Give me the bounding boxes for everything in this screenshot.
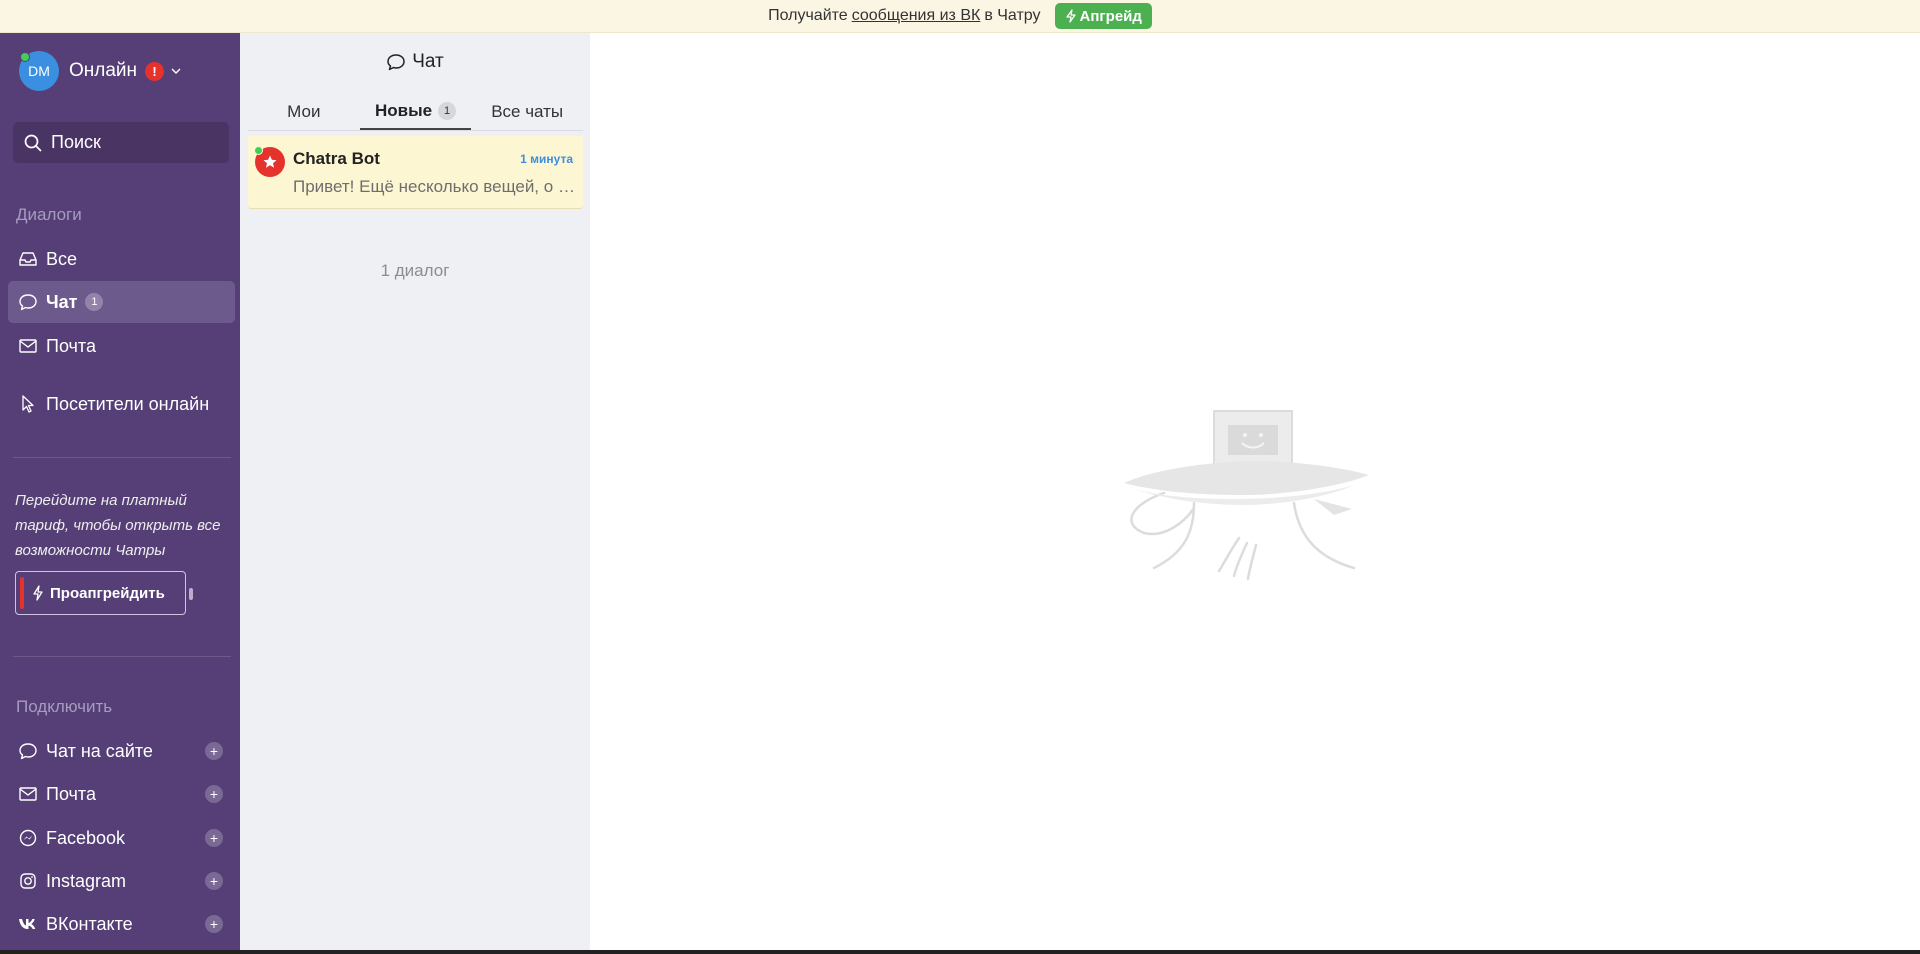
sidebar-item-visitors[interactable]: Посетители онлайн [8, 383, 235, 425]
sidebar: DM Онлайн ! Поиск Диалоги Все Чат 1 Почт… [0, 33, 240, 950]
connect-item-label: Почта [46, 783, 96, 804]
search-icon [24, 134, 42, 152]
sidebar-item-mail[interactable]: Почта [8, 325, 235, 367]
add-icon[interactable]: + [205, 785, 223, 803]
conversation-view [590, 33, 1920, 950]
dialogs-section-title: Диалоги [16, 205, 82, 224]
connect-section-title: Подключить [16, 697, 113, 716]
connect-item-label: Instagram [46, 870, 127, 891]
connect-item-label: Facebook [46, 827, 126, 848]
sidebar-item-label: Посетители онлайн [46, 393, 210, 414]
upgrade-plan-label: Проапгрейдить [50, 584, 165, 602]
tab-all-chats[interactable]: Все чаты [471, 93, 583, 130]
sidebar-item-label: Почта [46, 335, 96, 356]
banner-text-after: в Чатру [984, 7, 1041, 24]
tab-label: Все чаты [491, 101, 564, 121]
avatar: DM [19, 51, 59, 91]
banner-upgrade-label: Апгрейд [1079, 7, 1142, 25]
chat-bubble-icon [387, 54, 405, 71]
vk-icon [18, 914, 38, 934]
online-status-dot [20, 52, 30, 62]
search-placeholder: Поиск [51, 132, 101, 152]
connect-item-mail[interactable]: Почта + [8, 773, 235, 815]
connect-item-site-chat[interactable]: Чат на сайте + [8, 730, 235, 772]
sidebar-divider [13, 656, 231, 657]
tab-count-badge: 1 [438, 101, 457, 120]
star-icon [263, 155, 277, 168]
sidebar-item-chat[interactable]: Чат 1 [8, 281, 235, 323]
lightning-icon [33, 585, 43, 601]
envelope-icon [18, 784, 38, 804]
chat-bubble-icon [18, 292, 38, 312]
chat-list-panel: Чат Мои Новые 1 Все чаты Chatra Bot 1 ми… [240, 33, 590, 950]
empty-state-illustration [1124, 410, 1369, 581]
banner-upgrade-button[interactable]: Апгрейд [1054, 3, 1152, 29]
banner-vk-link[interactable]: сообщения из ВК [852, 7, 981, 25]
upgrade-banner: Получайте сообщения из ВК в Чатру Апгрей… [0, 0, 1920, 33]
inbox-icon [18, 249, 38, 269]
sidebar-item-label: Чат [46, 291, 78, 312]
status-label: Онлайн [69, 60, 138, 81]
connect-item-vk[interactable]: ВКонтакте + [8, 903, 235, 945]
alert-badge: ! [145, 61, 165, 81]
sidebar-item-all[interactable]: Все [8, 238, 235, 280]
avatar-initials: DM [28, 63, 50, 79]
upgrade-promo-text: Перейдите на платный тариф, чтобы открыт… [15, 492, 221, 559]
cursor-icon [18, 394, 38, 414]
connect-item-label: Чат на сайте [46, 740, 153, 761]
connect-item-label: ВКонтакте [46, 913, 133, 934]
envelope-icon [18, 336, 38, 356]
status-switcher[interactable]: DM Онлайн ! [19, 51, 182, 91]
chat-count-badge: 1 [85, 293, 104, 311]
bottom-border [0, 950, 1920, 954]
connect-item-facebook[interactable]: Facebook + [8, 817, 235, 859]
sidebar-item-label: Все [46, 248, 78, 269]
tab-new[interactable]: Новые 1 [359, 93, 472, 130]
add-icon[interactable]: + [205, 872, 223, 890]
instagram-icon [18, 871, 38, 891]
tab-mine[interactable]: Мои [248, 93, 360, 130]
conversation-item[interactable]: Chatra Bot 1 минута Привет! Ещё нескольк… [248, 136, 583, 209]
upgrade-plan-button[interactable]: Проапгрейдить [15, 571, 186, 615]
resize-handle[interactable] [189, 588, 193, 600]
messenger-icon [18, 828, 38, 848]
conversation-preview: Привет! Ещё несколько вещей, о которых с… [293, 177, 577, 196]
conversation-time: 1 минута [520, 152, 573, 166]
chat-list-header: Чат [240, 51, 590, 73]
search-input[interactable]: Поиск [13, 122, 229, 163]
dialog-count: 1 диалог [380, 261, 450, 280]
lightning-icon [1065, 9, 1076, 23]
add-icon[interactable]: + [205, 742, 223, 760]
add-icon[interactable]: + [205, 915, 223, 933]
chat-bubble-icon [18, 741, 38, 761]
chat-tabs: Мои Новые 1 Все чаты [248, 93, 583, 131]
connect-item-instagram[interactable]: Instagram + [8, 860, 235, 902]
conversation-name: Chatra Bot [293, 149, 380, 168]
banner-text-before: Получайте [768, 7, 848, 24]
tab-label: Новые [374, 100, 433, 120]
sidebar-divider [13, 457, 231, 458]
add-icon[interactable]: + [205, 829, 223, 847]
online-status-dot [254, 146, 263, 155]
chevron-down-icon [171, 68, 181, 74]
tab-label: Мои [287, 101, 321, 121]
page-title: Чат [412, 51, 444, 72]
